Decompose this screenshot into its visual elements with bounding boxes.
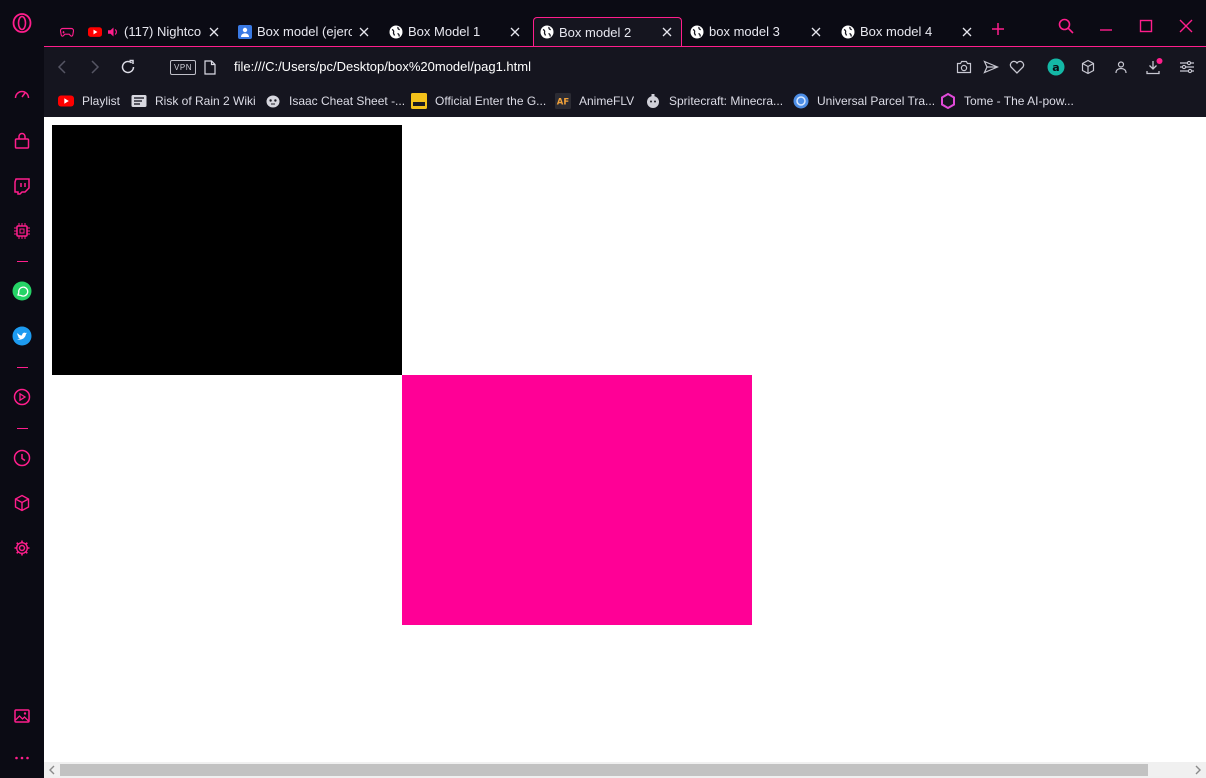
bookmark-risk-of-rain-wiki[interactable]: Risk of Rain 2 Wiki: [131, 92, 256, 110]
profile-user-icon[interactable]: [1111, 57, 1131, 77]
player-icon[interactable]: [12, 387, 32, 407]
cpu-icon[interactable]: [12, 221, 32, 241]
shopping-icon[interactable]: [12, 131, 32, 151]
bookmark-animeflv[interactable]: AF AnimeFLV: [555, 92, 634, 110]
back-arrow-icon[interactable]: [52, 57, 72, 77]
bookmark-playlist[interactable]: Playlist: [58, 92, 120, 110]
speaker-icon[interactable]: [107, 25, 119, 39]
gamepad-icon: [60, 25, 74, 39]
tab-title: Box model 4: [860, 24, 933, 39]
file-page-icon[interactable]: [200, 57, 220, 77]
wiki-icon: [131, 93, 147, 109]
extensions-cube-icon[interactable]: [12, 493, 32, 513]
horizontal-scrollbar[interactable]: [44, 762, 1206, 778]
bookmark-label: Risk of Rain 2 Wiki: [155, 94, 256, 108]
game-workspace-tab[interactable]: [52, 17, 82, 46]
opera-logo-icon[interactable]: [12, 13, 32, 33]
globe-icon: [841, 25, 855, 39]
close-window-icon[interactable]: [1171, 11, 1201, 41]
sidebar-divider: [17, 428, 28, 429]
easy-setup-menu-icon[interactable]: [1177, 57, 1197, 77]
svg-text:AF: AF: [557, 98, 570, 108]
tab-close-icon[interactable]: [507, 24, 523, 40]
tab-box-model-3[interactable]: box model 3: [684, 17, 830, 46]
tome-icon: [940, 93, 956, 109]
bookmark-universal-parcel-tracking[interactable]: Universal Parcel Tra...: [793, 92, 935, 110]
globe-icon: [540, 25, 554, 39]
minimize-icon[interactable]: [1091, 11, 1121, 41]
twitter-icon[interactable]: [12, 326, 32, 346]
bookmark-label: Isaac Cheat Sheet -...: [289, 94, 406, 108]
history-icon[interactable]: [12, 448, 32, 468]
snapshot-camera-icon[interactable]: [954, 57, 974, 77]
tab-title: box model 3: [709, 24, 780, 39]
pink-box: [402, 375, 752, 625]
classroom-icon: [238, 24, 252, 39]
settings-gear-icon[interactable]: [12, 538, 32, 558]
send-arrow-icon[interactable]: [981, 57, 1001, 77]
tab-title: (117) Nightcor: [124, 24, 202, 39]
tab-title: Box model (ejercic: [257, 24, 352, 39]
new-tab-plus-icon[interactable]: [983, 14, 1013, 44]
tab-close-icon[interactable]: [808, 24, 824, 40]
speed-dial-icon[interactable]: [12, 85, 32, 105]
download-icon[interactable]: [1144, 57, 1164, 77]
tab-title: Box model 2: [559, 24, 632, 40]
sidebar-divider: [17, 367, 28, 368]
tab-strip: (117) Nightcor Box model (ejercic Box Mo…: [44, 0, 1206, 46]
bookmark-label: Playlist: [82, 94, 121, 108]
image-gallery-icon[interactable]: [12, 706, 32, 726]
bookmark-spritecraft[interactable]: Spritecraft: Minecra...: [645, 92, 783, 110]
bookmark-label: AnimeFLV: [579, 94, 635, 108]
heart-bookmark-icon[interactable]: [1007, 57, 1027, 77]
parcel-icon: [793, 93, 809, 109]
reload-icon[interactable]: [118, 57, 138, 77]
spritecraft-icon: [645, 93, 661, 109]
tab-box-model-4[interactable]: Box model 4: [835, 17, 981, 46]
tab-close-icon[interactable]: [959, 24, 975, 40]
sidebar-divider: [17, 261, 28, 262]
tab-search-icon[interactable]: [1051, 11, 1081, 41]
address-bar: VPN file:///C:/Users/pc/Desktop/box%20mo…: [44, 46, 1206, 87]
bookmark-label: Spritecraft: Minecra...: [669, 94, 784, 108]
isaac-icon: [265, 93, 281, 109]
url-field[interactable]: file:///C:/Users/pc/Desktop/box%20model/…: [234, 59, 531, 74]
tab-close-icon[interactable]: [356, 24, 372, 40]
whatsapp-icon[interactable]: [12, 281, 32, 301]
vpn-badge[interactable]: VPN: [170, 60, 196, 75]
bookmark-isaac-cheat-sheet[interactable]: Isaac Cheat Sheet -...: [265, 92, 405, 110]
globe-icon: [690, 25, 704, 39]
scroll-left-arrow-icon[interactable]: [47, 765, 57, 775]
globe-icon: [389, 25, 403, 39]
youtube-icon: [58, 93, 74, 109]
gungeon-icon: [411, 93, 427, 109]
tab-box-model-2[interactable]: Box model 2: [533, 17, 682, 46]
bookmark-label: Official Enter the G...: [435, 94, 547, 108]
twitch-icon[interactable]: [12, 176, 32, 196]
tab-youtube-nightcore[interactable]: (117) Nightcor: [82, 17, 228, 46]
bookmarks-bar: Playlist Risk of Rain 2 Wiki Isaac Cheat…: [44, 86, 1206, 117]
black-box: [52, 125, 402, 375]
scrollbar-thumb[interactable]: [60, 764, 1148, 776]
animeflv-icon: AF: [555, 93, 571, 109]
bookmark-label: Universal Parcel Tra...: [817, 94, 936, 108]
tab-close-icon[interactable]: [659, 24, 675, 40]
maximize-icon[interactable]: [1131, 11, 1161, 41]
tab-close-icon[interactable]: [206, 24, 222, 40]
forward-arrow-icon[interactable]: [85, 57, 105, 77]
scroll-right-arrow-icon[interactable]: [1193, 765, 1203, 775]
bookmark-enter-the-gungeon[interactable]: Official Enter the G...: [411, 92, 546, 110]
youtube-icon: [88, 25, 102, 39]
aria-extension-icon[interactable]: a: [1046, 57, 1066, 77]
extensions-cube-icon[interactable]: [1078, 57, 1098, 77]
tab-title: Box Model 1: [408, 24, 481, 39]
page-viewport: [44, 117, 1206, 762]
tab-box-model-1[interactable]: Box Model 1: [383, 17, 529, 46]
bookmark-label: Tome - The AI-pow...: [964, 94, 1074, 108]
tab-box-model-ejercicios[interactable]: Box model (ejercic: [232, 17, 378, 46]
svg-text:a: a: [1052, 61, 1059, 74]
more-options-icon[interactable]: [12, 748, 32, 768]
bookmark-tome[interactable]: Tome - The AI-pow...: [940, 92, 1074, 110]
sidebar: [0, 0, 45, 778]
